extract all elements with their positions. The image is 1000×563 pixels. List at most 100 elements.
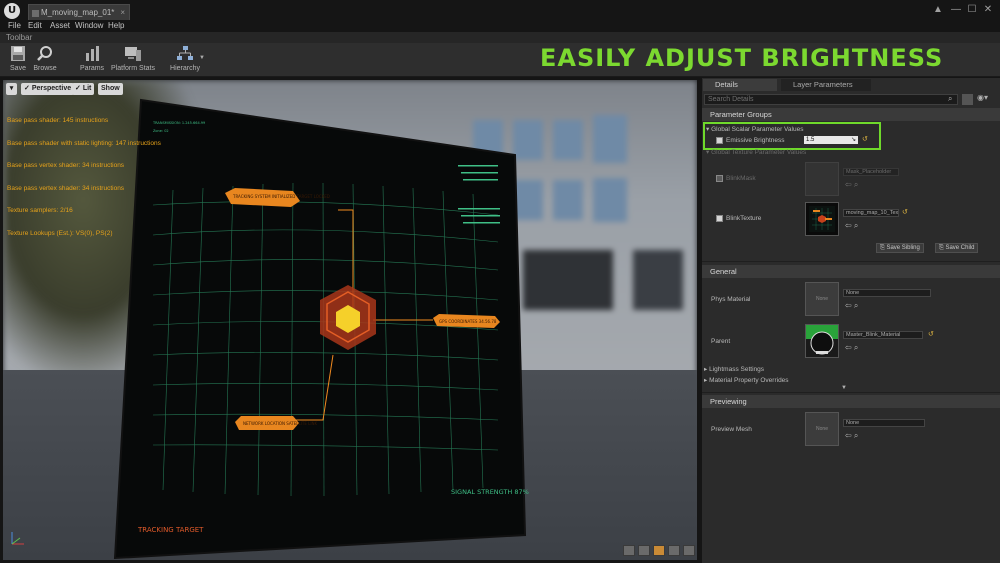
preview-cylinder-icon[interactable] [623, 545, 635, 556]
blink-mask-thumbnail[interactable] [805, 162, 839, 196]
preview-mesh-combo[interactable]: None [843, 419, 925, 427]
hud-callout-2-text: GPS COORDINATES 34.56.78 [439, 319, 497, 324]
lightmass-label: Lightmass Settings [709, 366, 764, 373]
browse-button[interactable]: Browse [32, 45, 58, 75]
title-bar [0, 0, 1000, 22]
phys-material-label: Phys Material [711, 296, 751, 303]
blink-texture-reset-icon[interactable]: ↺ [902, 208, 908, 216]
blink-mask-combo[interactable]: Mask_Placeholder [843, 168, 899, 176]
viewport-options-button[interactable]: ▾ [6, 83, 17, 95]
material-icon [32, 10, 39, 17]
view-options-icon[interactable]: ◉▾ [977, 93, 988, 102]
save-child-button[interactable]: ⎘ Save Child [935, 243, 979, 253]
hud-callout-1-text: TRACKING SYSTEM INITIALIZED TARGET LOCKE… [232, 194, 330, 199]
parent-label: Parent [711, 338, 731, 345]
preview-mesh-icon[interactable] [683, 545, 695, 556]
material-overrides-row[interactable]: ▸ Material Property Overrides [704, 376, 789, 384]
hierarchy-icon [177, 46, 193, 60]
property-matrix-icon[interactable] [962, 94, 973, 105]
phys-material-thumbnail[interactable]: None [805, 282, 839, 316]
axis-gizmo-icon [8, 530, 26, 548]
close-button[interactable]: ✕ [982, 4, 994, 16]
stat-line: Base pass shader: 145 instructions [7, 117, 109, 124]
menu-window[interactable]: Window [75, 20, 103, 32]
blink-texture-label: BlinkTexture [726, 215, 762, 222]
stat-line: Base pass vertex shader: 34 instructions [7, 184, 125, 192]
lit-button[interactable]: ✓ Lit [72, 83, 95, 95]
stat-line: Base pass vertex shader: 34 instructions [7, 162, 125, 169]
document-tab-title: M_moving_map_01* [41, 8, 115, 17]
phys-material-use-icon[interactable]: ⇦ ⌕ [845, 301, 858, 311]
menu-bar [0, 20, 1000, 32]
menu-file[interactable]: File [8, 20, 21, 32]
save-sibling-button[interactable]: ⎘ Save Sibling [876, 243, 924, 253]
maximize-button[interactable]: ☐ [966, 4, 978, 16]
perspective-button[interactable]: ✓ Perspective [21, 83, 75, 95]
browse-label: Browse [33, 65, 57, 72]
parent-reset-icon[interactable]: ↺ [928, 330, 934, 338]
blink-mask-checkbox[interactable] [716, 175, 723, 182]
parent-combo[interactable]: Master_Blink_Material [843, 331, 923, 339]
material-overrides-label: Material Property Overrides [709, 377, 789, 384]
hud-signal-strength: SIGNAL STRENGTH 87% [451, 488, 529, 496]
headline: EASILY ADJUST BRIGHTNESS [540, 44, 944, 72]
perspective-check-icon: ✓ [24, 85, 32, 92]
blink-mask-label: BlinkMask [726, 175, 756, 182]
blink-mask-use-icon[interactable]: ⇦ ⌕ [845, 180, 858, 190]
expand-advanced-icon[interactable]: ▼ [841, 385, 847, 391]
platform-stats-label: Platform Stats [111, 65, 155, 72]
global-texture-label: Global Texture Parameter Values [711, 149, 807, 156]
platform-stats-button[interactable]: Platform Stats [110, 45, 156, 75]
search-details-input[interactable]: Search Details [704, 94, 958, 105]
save-button[interactable]: Save [6, 45, 30, 75]
tab-layer-parameters[interactable]: Layer Parameters [781, 79, 871, 91]
shader-stats: Base pass shader: 145 instructions Base … [7, 102, 161, 245]
preview-plane-icon[interactable] [653, 545, 665, 556]
highlight-box [703, 122, 881, 150]
blink-texture-thumbnail[interactable] [805, 202, 839, 236]
blink-texture-use-icon[interactable]: ⇦ ⌕ [845, 221, 858, 231]
show-button[interactable]: Show [98, 83, 123, 95]
general-header[interactable]: General [702, 265, 1000, 278]
lit-label: Lit [82, 85, 92, 92]
parameter-groups-header[interactable]: Parameter Groups [702, 108, 1000, 121]
preview-mesh-label: Preview Mesh [711, 426, 752, 433]
hierarchy-dropdown-icon[interactable]: ▼ [199, 55, 205, 61]
stat-line: Texture samplers: 2/16 [7, 207, 73, 214]
hierarchy-button[interactable]: Hierarchy [168, 45, 202, 75]
parent-use-icon[interactable]: ⇦ ⌕ [845, 343, 858, 353]
hierarchy-label: Hierarchy [170, 65, 200, 72]
params-icon [86, 46, 99, 61]
params-button[interactable]: Params [79, 45, 105, 75]
menu-asset[interactable]: Asset [50, 20, 70, 32]
params-label: Params [79, 65, 105, 72]
minimize-button[interactable]: — [950, 4, 962, 16]
search-icon [37, 46, 52, 61]
menu-edit[interactable]: Edit [28, 20, 42, 32]
unreal-logo-icon: U [4, 3, 20, 19]
perspective-label: Perspective [31, 85, 72, 92]
previewing-header[interactable]: Previewing [702, 395, 1000, 408]
close-tab-icon[interactable]: × [120, 5, 125, 21]
notification-icon[interactable]: ▲ [932, 4, 944, 16]
preview-sphere-icon[interactable] [638, 545, 650, 556]
platform-stats-icon [125, 47, 141, 61]
blink-texture-combo[interactable]: moving_map_10_Tex [843, 209, 899, 217]
parent-thumbnail[interactable] [805, 324, 839, 358]
parent-material-sphere-icon [806, 325, 838, 357]
lightmass-settings-row[interactable]: ▸ Lightmass Settings [704, 365, 764, 373]
stat-line: Base pass shader with static lighting: 1… [7, 139, 161, 147]
menu-help[interactable]: Help [108, 20, 124, 32]
global-texture-header[interactable]: ▾ Global Texture Parameter Values [706, 148, 806, 156]
phys-material-combo[interactable]: None [843, 289, 931, 297]
hud-callout-3-text: NETWORK LOCATION SATELLITE LINK [243, 421, 318, 426]
hud-tracking-target: TRACKING TARGET [137, 526, 204, 534]
preview-cube-icon[interactable] [668, 545, 680, 556]
divider [702, 261, 1000, 262]
save-label: Save [10, 65, 26, 72]
preview-mesh-use-icon[interactable]: ⇦ ⌕ [845, 431, 858, 441]
blink-texture-checkbox[interactable] [716, 215, 723, 222]
preview-mesh-thumbnail[interactable]: None [805, 412, 839, 446]
save-icon [11, 46, 25, 61]
tab-details[interactable]: Details [703, 79, 777, 91]
